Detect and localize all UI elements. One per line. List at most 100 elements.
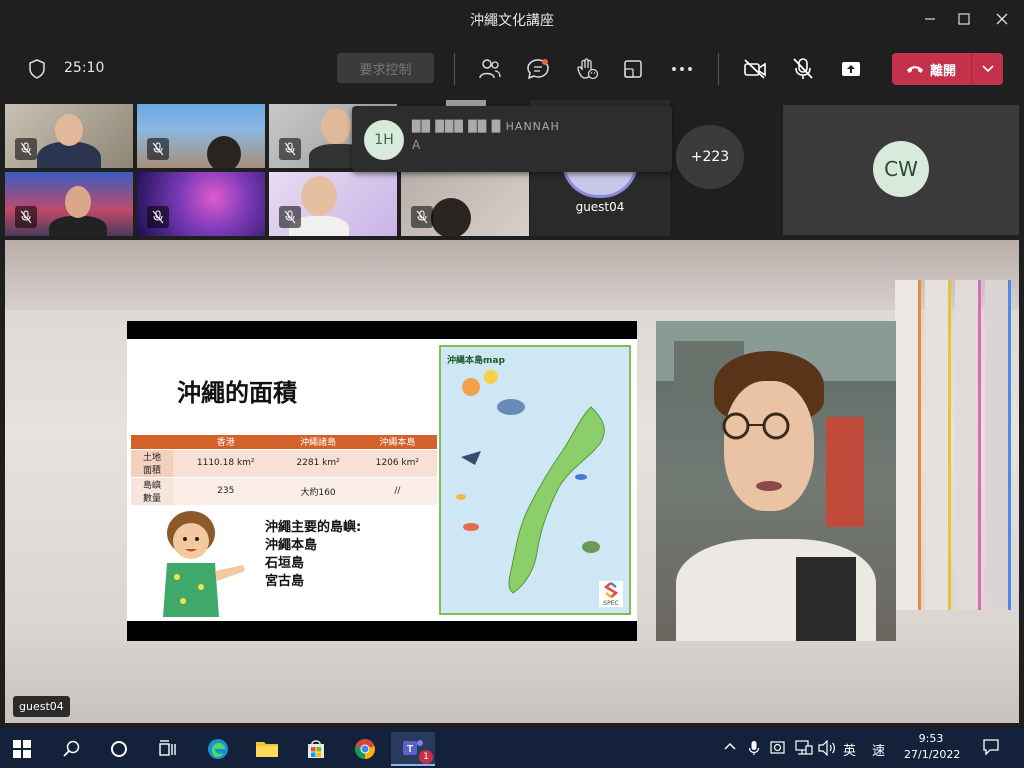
volume-tray-icon[interactable] [818,739,836,760]
participant-video [207,136,241,168]
participant-name: guest04 [575,200,625,214]
participant-tile[interactable] [137,172,265,236]
background-wall [5,240,1019,310]
network-icon [795,740,813,755]
microphone-icon [748,741,760,755]
rooms-icon[interactable] [620,56,646,82]
video-background [826,417,864,527]
participant-tile[interactable] [269,172,397,236]
participant-tile[interactable] [137,104,265,168]
participant-name: ██ ███ ██ █ HANNAH [412,120,560,133]
mic-muted-icon [279,138,301,160]
location-tray-icon[interactable] [770,740,786,760]
participant-video [431,198,471,236]
taskbar-clock[interactable]: 9:53 27/1/2022 [904,731,960,763]
request-control-button[interactable]: 要求控制 [337,53,434,83]
folder-icon [256,742,278,757]
raise-hand-icon[interactable] [574,56,600,82]
participant-tile-cw[interactable]: CW [783,105,1019,235]
speaker-name-tag: guest04 [13,696,70,717]
meeting-timer: 25:10 [64,60,105,76]
title-bar: 沖繩文化講座 [0,0,1024,38]
presentation-slide: 沖繩的面積 香港 沖繩諸島 沖繩本島 土地 面積 1110.18 km² 228… [127,339,637,621]
table-cell: 1206 km² [357,448,437,477]
list-item: 宮古島 [265,574,305,589]
row-label: 土地 面積 [131,448,173,477]
list-item: 沖繩本島 [265,538,318,553]
windows-defender-icon [770,741,785,754]
shield-icon[interactable] [24,56,50,82]
spec-logo-text: SPEC [603,600,619,607]
maximize-icon [958,13,970,25]
network-tray-icon[interactable] [795,740,813,760]
taskbar-app-store[interactable] [294,732,338,766]
more-options-icon[interactable] [669,56,695,82]
cortana-button[interactable] [97,732,141,766]
task-view-button[interactable] [146,732,190,766]
minimize-icon [925,18,935,20]
participant-hover-card: 1H ██ ███ ██ █ HANNAH A [352,100,672,172]
close-icon [996,13,1008,25]
maximize-button[interactable] [946,4,982,34]
action-center-button[interactable] [982,738,1000,760]
leave-label: 離開 [929,63,956,79]
mic-muted-icon [15,206,37,228]
spec-logo-icon [603,582,619,598]
speaker-face [724,381,814,511]
store-icon [308,740,324,758]
background-panel [985,280,1011,610]
spec-logo: SPEC [599,581,623,607]
avatar: 1H [364,120,404,160]
close-button[interactable] [984,4,1020,34]
okinawa-map: 沖縄本島map SPEC [439,345,631,615]
windows-taskbar: T 1 英 速 9:53 27/1/2022 [0,728,1024,768]
clock-time: 9:53 [918,732,944,745]
show-hidden-icons-button[interactable] [724,740,736,755]
speaker-bag-strap [796,557,856,641]
participants-icon[interactable] [477,56,503,82]
table-cell: // [357,476,437,505]
list-item: 石垣島 [265,556,305,571]
minimize-button[interactable] [912,4,948,34]
speaker-mouth [756,481,782,491]
hang-up-icon [906,66,923,73]
share-screen-icon[interactable] [838,56,864,82]
background-panel [925,280,951,610]
ime-mode-indicator[interactable]: 速 [872,740,885,759]
search-button[interactable] [50,732,94,766]
leave-options-button[interactable] [972,53,1003,85]
start-button[interactable] [0,732,44,766]
slide-title: 沖繩的面積 [177,379,297,407]
taskbar-app-chrome[interactable] [343,732,387,766]
taskbar-app-edge[interactable] [196,732,240,766]
table-cell: 大約160 [278,476,358,505]
taskbar-app-teams[interactable]: T 1 [391,732,435,766]
more-participants-button[interactable]: +223 [676,125,744,189]
camera-off-icon[interactable] [742,56,768,82]
background-panel [955,280,981,610]
teams-meeting-window: 沖繩文化講座 25:10 要求控制 離開 guest04 1H ██ ███ █… [0,0,1024,768]
shared-content: 沖繩的面積 香港 沖繩諸島 沖繩本島 土地 面積 1110.18 km² 228… [127,321,637,641]
mic-muted-icon [15,138,37,160]
edge-icon [208,739,228,759]
mic-off-icon[interactable] [790,56,816,82]
input-language-indicator[interactable]: 英 [843,740,856,759]
mic-muted-icon [147,138,169,160]
table-header: 香港 [173,435,279,449]
microphone-tray-icon[interactable] [748,740,760,760]
participant-tile[interactable] [5,104,133,168]
table-cell: 235 [173,476,279,505]
participant-tile[interactable] [5,172,133,236]
participant-video [55,114,83,146]
notification-badge: 1 [419,750,433,764]
participant-video [321,108,351,144]
map-illustration [456,370,605,594]
leave-button[interactable]: 離開 [892,53,970,85]
glasses-icon [722,412,790,440]
speaker-icon [818,739,835,757]
taskbar-app-explorer[interactable] [245,732,289,766]
table-cell: 2281 km² [278,448,358,477]
chat-icon[interactable] [525,56,551,82]
background-panel [895,280,921,610]
participant-tile[interactable] [401,172,529,236]
